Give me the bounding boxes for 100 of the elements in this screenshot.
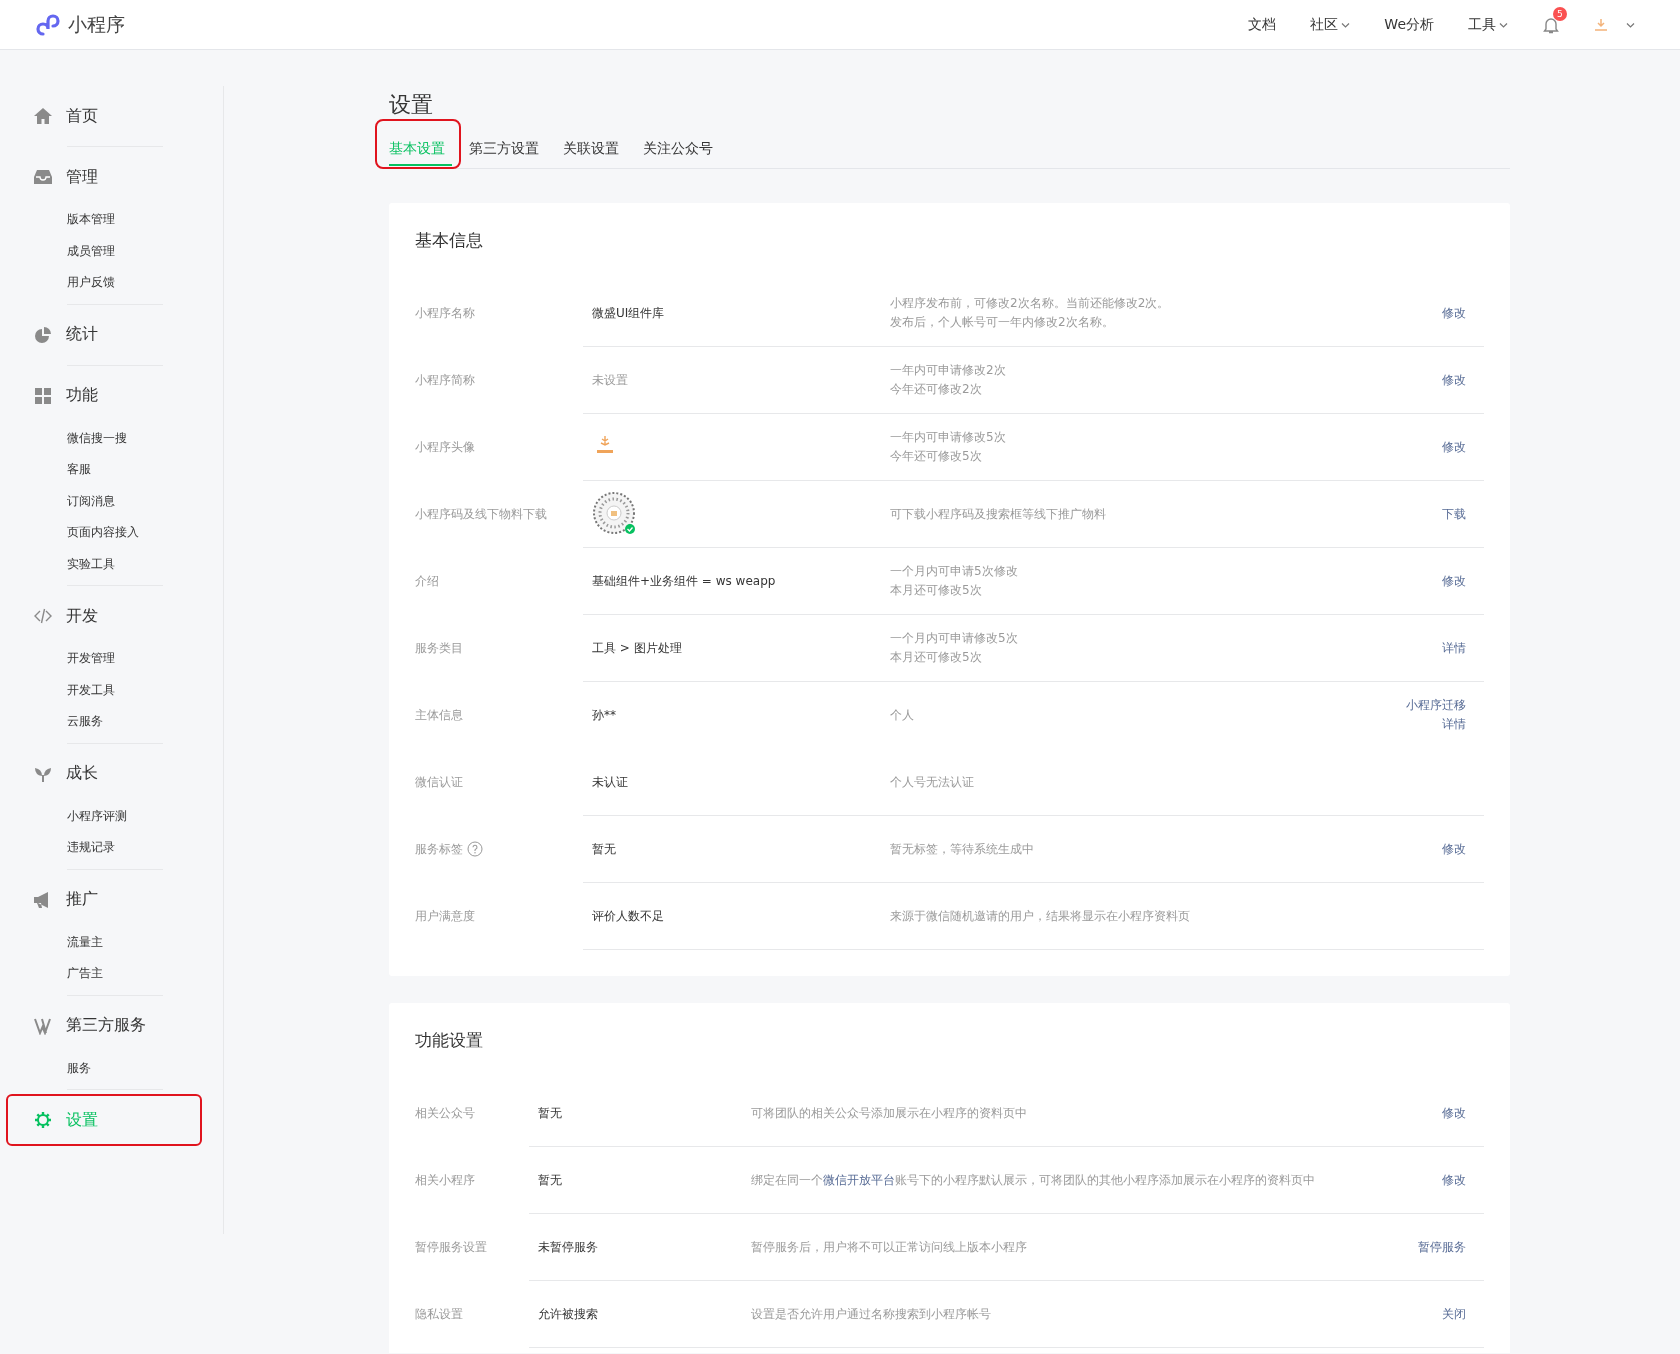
field-value: 暂无 — [538, 1105, 562, 1120]
field-hint: 来源于微信随机邀请的用户，结果将显示在小程序资料页 — [890, 907, 1191, 925]
field-label: 小程序名称 — [415, 304, 475, 322]
sidebar-item[interactable]: 推广 — [6, 873, 202, 926]
field-hint: 小程序发布前，可修改2次名称。当前还能修改2次。 — [890, 295, 1171, 312]
logo-icon — [34, 11, 60, 38]
mini-program-code-drawing — [592, 490, 636, 535]
action-link[interactable]: 修改 — [1442, 303, 1466, 323]
sidebar-subitem[interactable]: 违规记录 — [67, 835, 210, 867]
sidebar-subitem[interactable]: 版本管理 — [67, 207, 210, 239]
grid-icon — [34, 386, 52, 405]
sidebar-subitem[interactable]: 流量主 — [67, 929, 210, 961]
field-label: 主体信息 — [415, 706, 463, 724]
page-title: 设置 — [389, 91, 434, 119]
sidebar-item[interactable]: 开发 — [6, 590, 202, 642]
tab[interactable]: 关注公众号 — [643, 132, 720, 166]
nav-link[interactable]: 文档 — [1248, 15, 1277, 34]
field-value: 工具 > 图片处理 — [592, 640, 682, 655]
sidebar-item[interactable]: 成长 — [6, 747, 202, 800]
field-hint: 暂停服务后，用户将不可以正常访问线上版本小程序 — [751, 1238, 1028, 1256]
field-label: 小程序头像 — [415, 438, 475, 456]
action-link[interactable]: 修改 — [1442, 1170, 1466, 1190]
w-logo-icon — [34, 1016, 52, 1035]
action-link[interactable]: 修改 — [1442, 370, 1466, 390]
sidebar-subitem[interactable]: 成员管理 — [67, 238, 210, 270]
card-title: 基本信息 — [415, 229, 484, 252]
action-link[interactable]: 修改 — [1442, 1103, 1466, 1123]
field-label: 小程序码及线下物料下载 — [415, 505, 547, 523]
field-value: 未认证 — [592, 774, 628, 789]
field-hint: 一年内可申请修改2次 — [890, 362, 1007, 379]
field-hint: 一年内可申请修改5次 — [890, 429, 1007, 446]
field-label: 暂停服务设置 — [415, 1238, 487, 1256]
field-hint: 绑定在同一个微信开放平台账号下的小程序默认展示，可将团队的其他小程序添加展示在小程序的资料页中 — [751, 1171, 1316, 1189]
action-link[interactable]: 修改 — [1442, 571, 1466, 591]
inbox-icon — [34, 168, 52, 186]
text-link[interactable]: 微信开放平台 — [823, 1172, 895, 1187]
field-hint: 今年还可修改5次 — [890, 448, 983, 465]
field-label: 隐私设置 — [415, 1305, 463, 1323]
sidebar-subitem[interactable]: 订阅消息 — [67, 488, 210, 520]
action-link[interactable]: 小程序迁移 — [1406, 696, 1466, 715]
sidebar-item[interactable]: 第三方服务 — [6, 999, 202, 1052]
field-hint: 可下载小程序码及搜索框等线下推广物料 — [890, 505, 1107, 523]
field-label: 用户满意度 — [415, 907, 475, 925]
sidebar-subitem[interactable]: 微信搜一搜 — [67, 425, 210, 457]
notification-badge: 5 — [1553, 6, 1567, 21]
action-link[interactable]: 关闭 — [1442, 1304, 1466, 1324]
field-hint: 暂无标签，等待系统生成中 — [890, 840, 1035, 858]
tab[interactable]: 关联设置 — [563, 132, 626, 166]
sidebar-item[interactable]: 统计 — [6, 308, 202, 361]
nav-link[interactable]: We分析 — [1384, 15, 1434, 34]
field-value: 孙** — [592, 707, 616, 722]
field-value: 微盛UI组件库 — [592, 305, 665, 320]
action-link[interactable]: 修改 — [1442, 437, 1466, 457]
sidebar-subitem[interactable]: 客服 — [67, 457, 210, 489]
sidebar-subitem[interactable]: 小程序评测 — [67, 803, 210, 835]
sidebar-subitem[interactable]: 实验工具 — [67, 551, 210, 583]
field-value: 评价人数不足 — [592, 908, 664, 923]
field-hint: 今年还可修改2次 — [890, 381, 983, 398]
sidebar-subitem[interactable]: 云服务 — [67, 709, 210, 741]
action-link[interactable]: 下载 — [1442, 504, 1466, 524]
field-label: 服务类目 — [415, 639, 463, 657]
pie-chart-icon — [34, 325, 52, 344]
tab[interactable]: 第三方设置 — [469, 132, 546, 166]
field-label: 相关小程序 — [415, 1171, 475, 1189]
field-value: 暂无 — [592, 841, 616, 856]
sidebar-subitem[interactable]: 页面内容接入 — [67, 520, 210, 552]
sidebar-subitem[interactable]: 服务 — [67, 1055, 210, 1087]
field-label: 介绍 — [415, 572, 439, 590]
field-value: 暂无 — [538, 1172, 562, 1187]
nav-link[interactable]: 工具 — [1468, 15, 1508, 34]
sidebar-subitem[interactable]: 开发管理 — [67, 646, 210, 678]
field-value: 基础组件+业务组件 = ws weapp — [592, 573, 776, 588]
action-link[interactable]: 暂停服务 — [1418, 1237, 1466, 1257]
action-link[interactable]: 修改 — [1442, 839, 1466, 859]
sidebar-subitem[interactable]: 开发工具 — [67, 677, 210, 709]
field-value: 未暂停服务 — [538, 1239, 598, 1254]
notification-button[interactable] — [1542, 15, 1560, 34]
sidebar-item[interactable]: 功能 — [6, 369, 202, 422]
caret-icon — [1626, 21, 1635, 28]
field-label: 小程序简称 — [415, 371, 475, 389]
field-hint: 本月还可修改5次 — [890, 649, 983, 666]
sidebar-item[interactable]: 首页 — [6, 90, 202, 142]
field-hint: 可将团队的相关公众号添加展示在小程序的资料页中 — [751, 1104, 1028, 1122]
card-title: 功能设置 — [415, 1029, 484, 1052]
field-label: 微信认证 — [415, 773, 463, 791]
settings-icon — [34, 1111, 52, 1129]
field-hint: 个人 — [890, 706, 915, 724]
field-hint: 设置是否允许用户通过名称搜索到小程序帐号 — [751, 1305, 992, 1323]
action-link[interactable]: 详情 — [1442, 638, 1466, 658]
sidebar-subitem[interactable]: 广告主 — [67, 961, 210, 993]
sidebar-subitem[interactable]: 用户反馈 — [67, 270, 210, 302]
field-hint: 一个月内可申请修改5次 — [890, 630, 1019, 647]
bell-icon — [1542, 15, 1560, 34]
field-hint: 个人号无法认证 — [890, 773, 975, 791]
nav-link[interactable]: 社区 — [1310, 15, 1351, 34]
field-value: 允许被搜索 — [538, 1306, 598, 1321]
sidebar-item[interactable]: 管理 — [6, 151, 202, 203]
avatar-button[interactable] — [1594, 17, 1635, 32]
field-hint: 一个月内可申请5次修改 — [890, 563, 1019, 580]
action-link[interactable]: 详情 — [1442, 715, 1466, 734]
